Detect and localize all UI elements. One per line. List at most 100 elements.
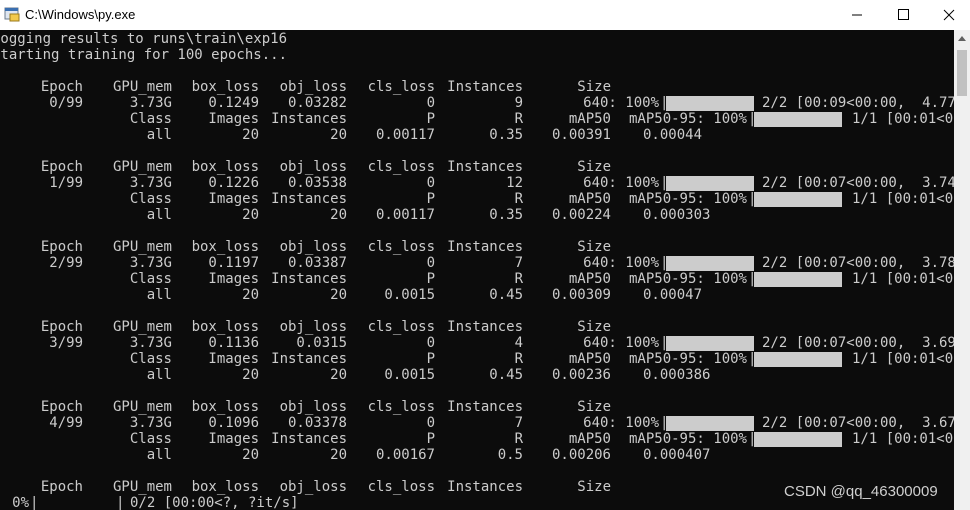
watermark: CSDN @qq_46300009 [784, 483, 938, 500]
train-header-cell: Instances [447, 79, 523, 95]
val-map50-95: 0.00047 [643, 287, 703, 303]
progress-bar-left-edge: | [30, 495, 39, 510]
train-header-row: Epoch GPU_mem box_loss obj_loss cls_loss Inst… [0, 399, 954, 415]
epoch-size-progress: 640: 100% [583, 335, 659, 351]
train-header-cell: Size [577, 159, 611, 175]
train-header-cell: GPU_mem [112, 239, 172, 255]
train-header-cell: box_loss [191, 79, 259, 95]
val-header-cell: Instances [271, 351, 347, 367]
epoch-gpu-mem: 3.73G [129, 335, 172, 351]
current-progress-tail: 0/2 [00:00<?, ?it/s] [130, 495, 299, 510]
val-header-cell: R [514, 351, 523, 367]
epoch-instances: 7 [514, 415, 523, 431]
train-header-row: Epoch GPU_mem box_loss obj_loss cls_loss Inst… [0, 159, 954, 175]
train-header-cell: obj_loss [279, 319, 347, 335]
train-header-cell: Instances [447, 319, 523, 335]
log-line: Logging results to runs\train\exp16 [0, 31, 288, 47]
val-header-cell: Instances [271, 111, 347, 127]
window-title: C:\Windows\py.exe [25, 7, 136, 22]
val-header-row: Class Images Instances P RmAP50 mAP50-95: 100… [0, 431, 954, 447]
val-header-cell: P [426, 271, 435, 287]
train-header-row: Epoch GPU_mem box_loss obj_loss cls_loss Inst… [0, 79, 954, 95]
val-val-instances: 20 [330, 127, 347, 143]
train-header-cell: cls_loss [367, 399, 435, 415]
scrollbar-thumb[interactable] [957, 50, 967, 96]
train-progress-bar [666, 336, 754, 351]
val-row: all 20 20 0.00117 0.35 0.00224 0.000303 [0, 207, 954, 223]
scroll-up-arrow-icon[interactable] [954, 30, 970, 47]
train-header-cell: GPU_mem [112, 159, 172, 175]
close-icon [943, 9, 955, 21]
val-map50: 0.00224 [551, 207, 611, 223]
val-row: all 20 20 0.0015 0.45 0.00309 0.00047 [0, 287, 954, 303]
val-header-cell: mAP50-95: 100% [628, 431, 747, 447]
train-progress-tail: 2/2 [00:07<00:00, 3.74 [762, 175, 954, 191]
train-header-cell: box_loss [191, 239, 259, 255]
current-progress-percent: 0% [12, 495, 29, 510]
minimize-button[interactable] [834, 0, 880, 30]
epoch-row: 0/99 3.73G 0.1249 0.03282 0 9 640: 100% | 2/2 [0… [0, 95, 954, 111]
val-p: 0.00117 [375, 207, 435, 223]
train-header-cell: obj_loss [279, 79, 347, 95]
vertical-scrollbar[interactable] [954, 30, 970, 510]
val-val-instances: 20 [330, 207, 347, 223]
val-header-cell: mAP50-95: 100% [628, 271, 747, 287]
val-progress-bar [754, 272, 842, 287]
epoch-cls-loss: 0 [426, 255, 435, 271]
val-header-cell: mAP50-95: 100% [628, 351, 747, 367]
train-progress-bar [666, 96, 754, 111]
val-header-cell: mAP50 [568, 351, 611, 367]
val-val-images: 20 [242, 447, 259, 463]
close-button[interactable] [926, 0, 970, 30]
epoch-box-loss: 0.1226 [208, 175, 259, 191]
epoch-box-loss: 0.1096 [208, 415, 259, 431]
val-header-cell: mAP50 [568, 191, 611, 207]
train-header-cell: Epoch [40, 79, 83, 95]
train-header-cell: cls_loss [367, 159, 435, 175]
val-map50-95: 0.000303 [643, 207, 711, 223]
progress-bar-right-edge: | [116, 495, 125, 510]
epoch-gpu-mem: 3.73G [129, 95, 172, 111]
epoch-size-progress: 640: 100% [583, 255, 659, 271]
val-val-instances: 20 [330, 367, 347, 383]
val-row: all 20 20 0.00167 0.5 0.00206 0.000407 [0, 447, 954, 463]
val-val-class: all [146, 367, 172, 383]
val-header-cell: Class [129, 271, 172, 287]
epoch-obj-loss: 0.03387 [287, 255, 347, 271]
train-header-cell: obj_loss [279, 159, 347, 175]
val-val-images: 20 [242, 207, 259, 223]
val-header-cell: R [514, 191, 523, 207]
val-r: 0.45 [489, 367, 523, 383]
epoch-cls-loss: 0 [426, 335, 435, 351]
val-header-cell: R [514, 111, 523, 127]
val-map50: 0.00206 [551, 447, 611, 463]
val-header-cell: mAP50-95: 100% [628, 111, 747, 127]
train-header-cell: Epoch [40, 479, 83, 495]
val-header-cell: R [514, 431, 523, 447]
val-progress-tail: 1/1 [00:01<0 [852, 351, 954, 367]
train-header-cell: Size [577, 239, 611, 255]
train-header-cell: Size [577, 319, 611, 335]
val-header-cell: Images [208, 431, 259, 447]
val-header-cell: Instances [271, 191, 347, 207]
epoch-box-loss: 0.1249 [208, 95, 259, 111]
train-progress-bar [666, 176, 754, 191]
val-val-class: all [146, 207, 172, 223]
val-val-class: all [146, 287, 172, 303]
val-progress-tail: 1/1 [00:01<0 [852, 111, 954, 127]
maximize-button[interactable] [880, 0, 926, 30]
train-header-cell: GPU_mem [112, 479, 172, 495]
val-header-cell: P [426, 111, 435, 127]
epoch-row: 4/99 3.73G 0.1096 0.03378 0 7 640: 100% | 2/2 [0… [0, 415, 954, 431]
epoch-size-progress: 640: 100% [583, 95, 659, 111]
train-header-cell: obj_loss [279, 479, 347, 495]
val-header-row: Class Images Instances P RmAP50 mAP50-95: 100… [0, 191, 954, 207]
epoch-cls-loss: 0 [426, 415, 435, 431]
console-output[interactable]: Logging results to runs\train\exp16 Star… [0, 30, 954, 510]
val-header-cell: mAP50-95: 100% [628, 191, 747, 207]
epoch-gpu-mem: 3.73G [129, 415, 172, 431]
val-row: all 20 20 0.0015 0.45 0.00236 0.000386 [0, 367, 954, 383]
train-progress-tail: 2/2 [00:09<00:00, 4.77 [762, 95, 954, 111]
epoch-obj-loss: 0.0315 [296, 335, 347, 351]
val-header-cell: Instances [271, 431, 347, 447]
